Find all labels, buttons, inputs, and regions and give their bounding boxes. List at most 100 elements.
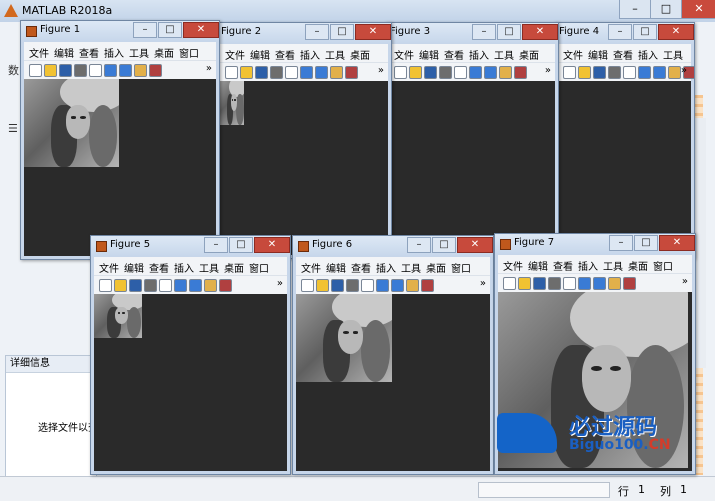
- figure-menu-item[interactable]: 工具: [325, 47, 345, 62]
- figure-menu-item[interactable]: 查看: [613, 47, 633, 62]
- figure-menu-item[interactable]: 文件: [99, 260, 119, 275]
- figure-maximize-button[interactable]: □: [229, 237, 253, 253]
- toolbar-tool-icon[interactable]: [469, 66, 482, 79]
- toolbar-tool-icon[interactable]: [300, 66, 313, 79]
- toolbar-tool-icon[interactable]: [59, 64, 72, 77]
- toolbar-tool-icon[interactable]: [301, 279, 314, 292]
- toolbar-tool-icon[interactable]: [548, 277, 561, 290]
- figure-window-6[interactable]: Figure 6 – □ ✕ 文件编辑查看插入工具桌面窗口帮助 »: [292, 235, 494, 475]
- toolbar-tool-icon[interactable]: [255, 66, 268, 79]
- toolbar-overflow-icon[interactable]: »: [682, 276, 688, 287]
- figure-menu-item[interactable]: 编辑: [588, 47, 608, 62]
- figure-menu-item[interactable]: 查看: [79, 45, 99, 60]
- toolbar-tool-icon[interactable]: [44, 64, 57, 77]
- figure-close-button[interactable]: ✕: [355, 24, 391, 40]
- figure-menu-item[interactable]: 窗口: [179, 45, 199, 60]
- figure-minimize-button[interactable]: –: [305, 24, 329, 40]
- toolbar-tool-icon[interactable]: [454, 66, 467, 79]
- figure-minimize-button[interactable]: –: [608, 24, 632, 40]
- toolbar-tool-icon[interactable]: [394, 66, 407, 79]
- toolbar-tool-icon[interactable]: [533, 277, 546, 290]
- toolbar-overflow-icon[interactable]: »: [378, 65, 384, 76]
- figure-menu-item[interactable]: 桌面: [154, 45, 174, 60]
- toolbar-tool-icon[interactable]: [361, 279, 374, 292]
- figure-menu-item[interactable]: 工具: [401, 260, 421, 275]
- figure-menu-item[interactable]: 文件: [301, 260, 321, 275]
- toolbar-tool-icon[interactable]: [225, 66, 238, 79]
- figure-maximize-button[interactable]: □: [633, 24, 657, 40]
- toolbar-tool-icon[interactable]: [593, 277, 606, 290]
- figure-axes-canvas[interactable]: [94, 294, 287, 471]
- toolbar-tool-icon[interactable]: [623, 277, 636, 290]
- toolbar-tool-icon[interactable]: [578, 277, 591, 290]
- figure-menu-item[interactable]: 文件: [225, 47, 245, 62]
- figure-menu-item[interactable]: 查看: [149, 260, 169, 275]
- toolbar-tool-icon[interactable]: [204, 279, 217, 292]
- figure-menu-item[interactable]: 插入: [469, 47, 489, 62]
- figure-menu-item[interactable]: 编辑: [419, 47, 439, 62]
- figure-menu-item[interactable]: 插入: [300, 47, 320, 62]
- figure-minimize-button[interactable]: –: [133, 22, 157, 38]
- toolbar-overflow-icon[interactable]: »: [681, 65, 687, 76]
- toolbar-tool-icon[interactable]: [114, 279, 127, 292]
- toolbar-overflow-icon[interactable]: »: [277, 278, 283, 289]
- figure-menu-item[interactable]: 工具: [494, 47, 514, 62]
- toolbar-tool-icon[interactable]: [623, 66, 636, 79]
- figure-menu-item[interactable]: 编辑: [54, 45, 74, 60]
- toolbar-tool-icon[interactable]: [518, 277, 531, 290]
- figure-menu-item[interactable]: 插入: [578, 258, 598, 273]
- figure-close-button[interactable]: ✕: [254, 237, 290, 253]
- toolbar-tool-icon[interactable]: [159, 279, 172, 292]
- figure-close-button[interactable]: ✕: [457, 237, 493, 253]
- figure-menu-item[interactable]: 窗口: [249, 260, 269, 275]
- toolbar-tool-icon[interactable]: [129, 279, 142, 292]
- figure-menu-item[interactable]: 查看: [444, 47, 464, 62]
- main-minimize-button[interactable]: –: [619, 0, 651, 19]
- toolbar-tool-icon[interactable]: [346, 279, 359, 292]
- figure-menu-item[interactable]: 窗口: [451, 260, 471, 275]
- toolbar-tool-icon[interactable]: [330, 66, 343, 79]
- toolbar-tool-icon[interactable]: [99, 279, 112, 292]
- toolbar-tool-icon[interactable]: [406, 279, 419, 292]
- toolbar-tool-icon[interactable]: [608, 277, 621, 290]
- figure-menu-item[interactable]: 工具: [663, 47, 683, 62]
- main-maximize-button[interactable]: □: [650, 0, 682, 19]
- figure-close-button[interactable]: ✕: [183, 22, 219, 38]
- figure-menu-item[interactable]: 插入: [104, 45, 124, 60]
- figure-menu-item[interactable]: 插入: [638, 47, 658, 62]
- figure-menu-item[interactable]: 文件: [503, 258, 523, 273]
- figure-menu-item[interactable]: 插入: [376, 260, 396, 275]
- toolbar-tool-icon[interactable]: [174, 279, 187, 292]
- toolbar-tool-icon[interactable]: [270, 66, 283, 79]
- toolbar-tool-icon[interactable]: [219, 279, 232, 292]
- figure-menu-item[interactable]: 查看: [275, 47, 295, 62]
- figure-axes-canvas[interactable]: [389, 81, 555, 255]
- figure-close-button[interactable]: ✕: [522, 24, 558, 40]
- toolbar-tool-icon[interactable]: [514, 66, 527, 79]
- toolbar-tool-icon[interactable]: [593, 66, 606, 79]
- toolbar-tool-icon[interactable]: [149, 64, 162, 77]
- toolbar-tool-icon[interactable]: [409, 66, 422, 79]
- figure-minimize-button[interactable]: –: [407, 237, 431, 253]
- toolbar-tool-icon[interactable]: [563, 66, 576, 79]
- figure-menu-item[interactable]: 桌面: [224, 260, 244, 275]
- figure-maximize-button[interactable]: □: [497, 24, 521, 40]
- figure-close-button[interactable]: ✕: [659, 235, 695, 251]
- figure-window-3[interactable]: Figure 3 – □ ✕ 文件编辑查看插入工具桌面窗口帮助 »: [385, 22, 559, 259]
- figure-window-4[interactable]: Figure 4 – □ ✕ 文件编辑查看插入工具桌面窗口帮助 »: [554, 22, 695, 259]
- figure-menu-item[interactable]: 桌面: [628, 258, 648, 273]
- figure-menu-item[interactable]: 桌面: [350, 47, 370, 62]
- figure-window-1[interactable]: Figure 1 – □ ✕ 文件编辑查看插入工具桌面窗口帮助 »: [20, 20, 220, 260]
- figure-maximize-button[interactable]: □: [158, 22, 182, 38]
- figure-menu-item[interactable]: 编辑: [326, 260, 346, 275]
- figure-axes-canvas[interactable]: [296, 294, 490, 471]
- figure-menu-item[interactable]: 窗口: [653, 258, 673, 273]
- figure-window-5[interactable]: Figure 5 – □ ✕ 文件编辑查看插入工具桌面窗口帮助 »: [90, 235, 291, 475]
- figure-minimize-button[interactable]: –: [204, 237, 228, 253]
- figure-menu-item[interactable]: 桌面: [519, 47, 539, 62]
- toolbar-tool-icon[interactable]: [189, 279, 202, 292]
- figure-menu-item[interactable]: 工具: [603, 258, 623, 273]
- figure-maximize-button[interactable]: □: [634, 235, 658, 251]
- toolbar-overflow-icon[interactable]: »: [545, 65, 551, 76]
- toolbar-tool-icon[interactable]: [104, 64, 117, 77]
